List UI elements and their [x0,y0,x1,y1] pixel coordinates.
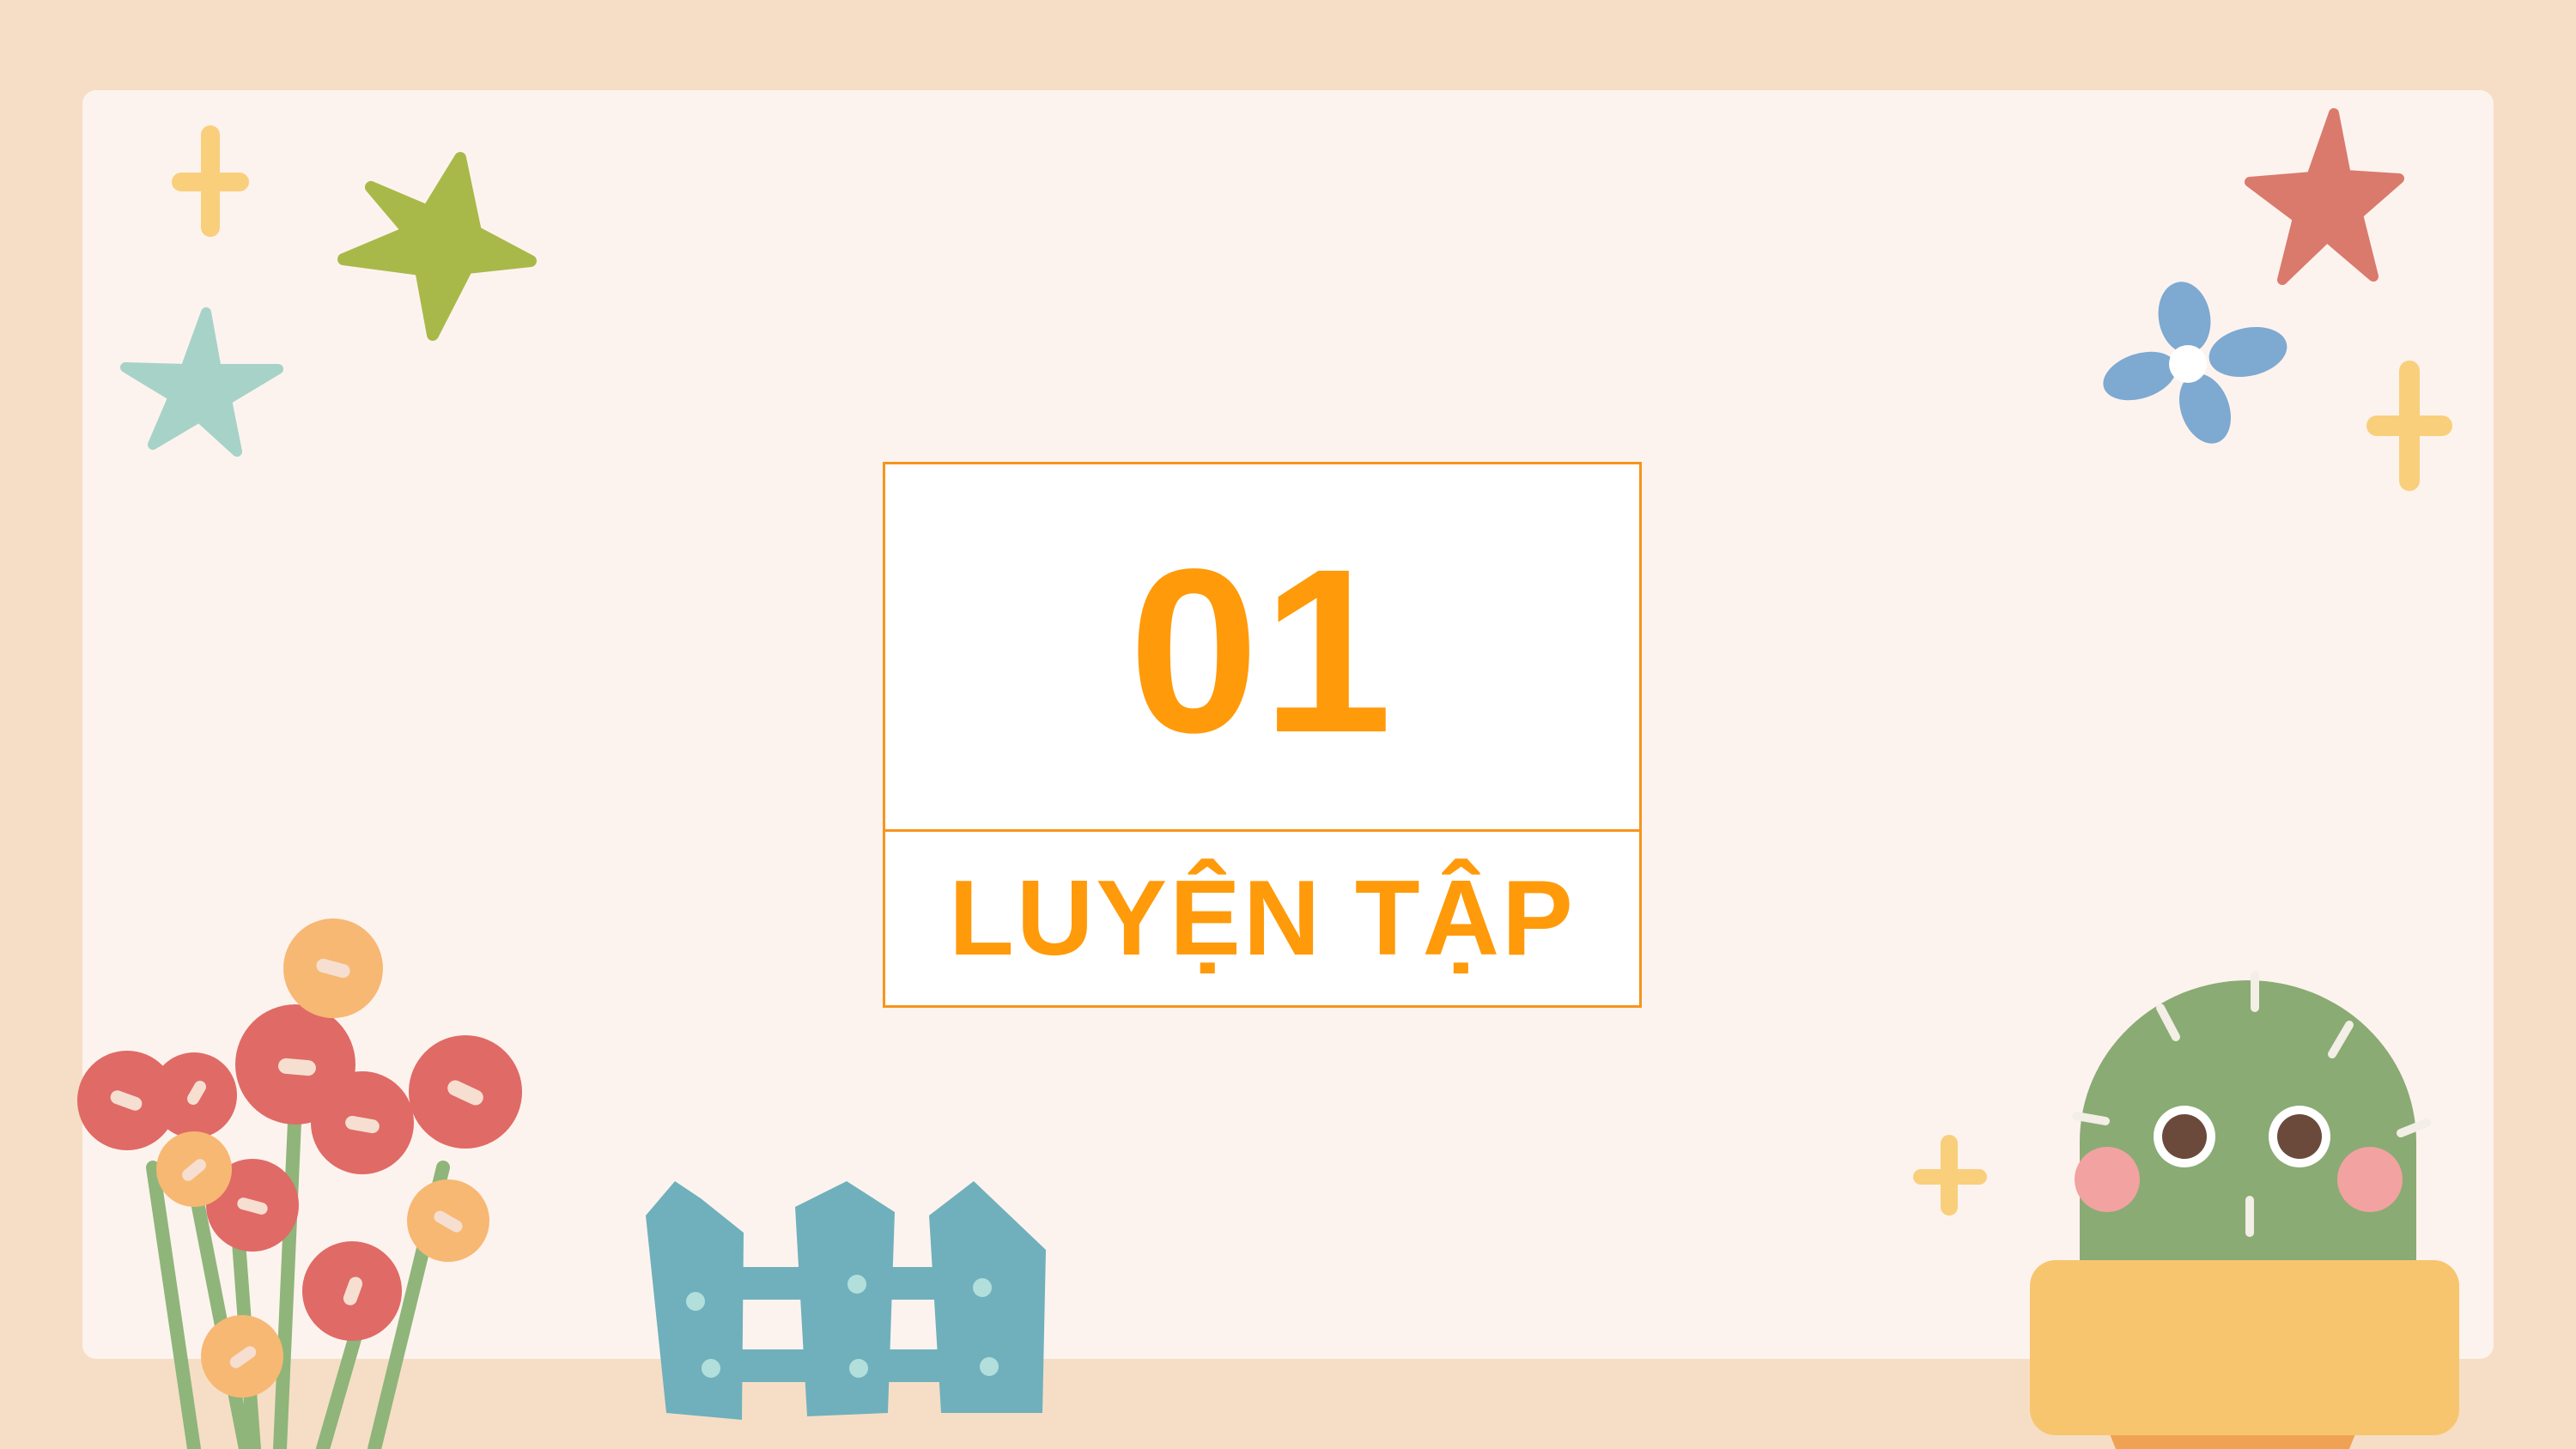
section-title-box: 01 LUYỆN TẬP [883,462,1642,1008]
cactus [2030,971,2459,1449]
plus-icon [172,125,249,237]
flower-bouquet [77,919,522,1449]
section-number: 01 [1128,519,1396,781]
flower-icon [2103,282,2287,444]
star-icon [337,152,537,341]
star-icon [120,307,283,457]
plus-icon [2366,361,2452,491]
section-title: LUYỆN TẬP [949,859,1576,978]
section-number-panel: 01 [885,464,1639,832]
fence [646,1181,1046,1420]
plus-icon [1913,1135,1987,1216]
star-icon [2245,108,2404,285]
section-label-panel: LUYỆN TẬP [885,832,1639,1005]
